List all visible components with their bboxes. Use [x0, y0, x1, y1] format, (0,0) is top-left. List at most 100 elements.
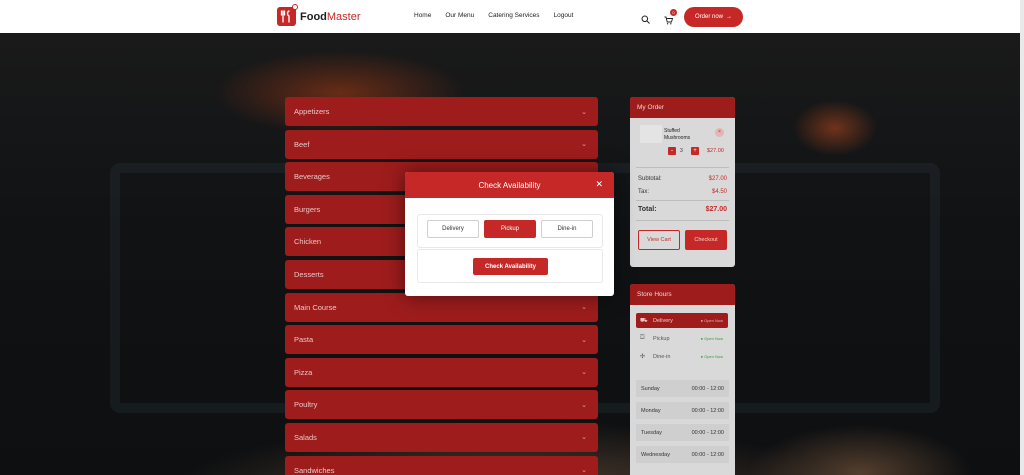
my-order-panel: My Order Stuffed Mushrooms × - 3 + $27.0… — [630, 97, 735, 267]
chevron-down-icon: ⌄ — [581, 369, 587, 377]
category-salads[interactable]: Salads ⌄ — [285, 422, 598, 452]
category-label: Burgers — [294, 204, 321, 214]
chevron-down-icon: ⌄ — [581, 401, 587, 409]
subtotal-row: Subtotal: $27.00 — [638, 176, 727, 182]
hours-row-sunday: Sunday 00:00 - 12:00 — [636, 380, 729, 397]
hours-row-tuesday: Tuesday 00:00 - 12:00 — [636, 424, 729, 441]
decrease-quantity-button[interactable]: - — [668, 147, 676, 155]
category-sandwiches[interactable]: Sandwiches ⌄ — [285, 455, 598, 475]
close-icon[interactable]: ✕ — [595, 179, 603, 190]
category-label: Appetizers — [294, 107, 330, 116]
open-status: ● Open Now — [700, 354, 723, 359]
modal-header: Check Availability ✕ — [405, 172, 614, 198]
main-nav: Home Our Menu Catering Services Logout — [414, 12, 587, 19]
total-row: Total: $27.00 — [638, 206, 727, 213]
delivery-icon: ⛟ — [640, 317, 648, 324]
remove-item-button[interactable]: × — [715, 128, 724, 137]
top-navbar: FoodMaster Home Our Menu Catering Servic… — [0, 0, 1020, 33]
search-icon[interactable] — [641, 11, 650, 29]
service-dine-in[interactable]: ✣ Dine-in ● Open Now — [636, 349, 728, 364]
subtotal-value: $27.00 — [708, 176, 727, 182]
day-hours: 00:00 - 12:00 — [691, 407, 724, 414]
nav-logout[interactable]: Logout — [554, 12, 574, 19]
category-label: Poultry — [294, 400, 318, 410]
category-label: Desserts — [294, 269, 324, 279]
arrow-right-icon: → — [726, 14, 732, 20]
day-hours: 00:00 - 12:00 — [691, 451, 724, 458]
day-label: Tuesday — [641, 429, 662, 436]
item-thumbnail — [640, 125, 662, 143]
option-dine-in[interactable]: Dine-in — [541, 220, 593, 238]
item-price: $27.00 — [707, 148, 724, 154]
dine-in-icon: ✣ — [640, 354, 646, 360]
service-pickup[interactable]: ⛋ Pickup ● Open Now — [636, 331, 728, 346]
day-label: Monday — [641, 407, 661, 414]
category-label: Chicken — [294, 237, 322, 247]
item-name: Stuffed Mushrooms — [664, 128, 691, 141]
chevron-down-icon: ⌄ — [581, 304, 587, 312]
total-label: Total: — [638, 206, 657, 213]
open-status: ● Open Now — [700, 318, 723, 323]
service-label: Delivery — [653, 317, 673, 324]
chevron-down-icon: ⌄ — [581, 336, 587, 344]
category-label: Beef — [294, 139, 310, 149]
order-item: Stuffed Mushrooms × - 3 + $27.00 — [638, 125, 728, 160]
open-status: ● Open Now — [700, 336, 723, 341]
category-label: Beverages — [294, 172, 330, 182]
tax-value: $4.50 — [711, 189, 727, 195]
chevron-down-icon: ⌄ — [581, 108, 587, 116]
chevron-down-icon: ⌄ — [581, 467, 587, 475]
day-hours: 00:00 - 12:00 — [691, 429, 724, 436]
category-appetizers[interactable]: Appetizers ⌄ — [285, 97, 598, 126]
modal-title: Check Availability — [478, 180, 541, 190]
checkout-button[interactable]: Checkout — [685, 230, 727, 250]
tax-label: Tax: — [638, 189, 650, 195]
logo-text: FoodMaster — [300, 10, 361, 23]
order-now-button[interactable]: Order now → — [684, 7, 743, 27]
category-label: Pizza — [294, 367, 313, 377]
cart-count-badge: 0 — [670, 9, 677, 16]
service-label: Dine-in — [653, 353, 671, 360]
service-delivery[interactable]: ⛟ Delivery ● Open Now — [636, 313, 728, 328]
pickup-icon: ⛋ — [640, 335, 645, 341]
category-pizza[interactable]: Pizza ⌄ — [285, 357, 598, 387]
category-label: Salads — [294, 432, 317, 442]
my-order-title: My Order — [630, 97, 735, 118]
chevron-down-icon: ⌄ — [581, 141, 587, 149]
category-poultry[interactable]: Poultry ⌄ — [285, 390, 598, 420]
hours-row-monday: Monday 00:00 - 12:00 — [636, 402, 729, 419]
option-pickup[interactable]: Pickup — [484, 220, 536, 238]
category-label: Main Course — [294, 302, 337, 312]
day-label: Sunday — [641, 385, 660, 392]
divider — [636, 200, 729, 201]
option-delivery[interactable]: Delivery — [427, 220, 479, 238]
check-availability-modal: Check Availability ✕ Delivery Pickup Din… — [405, 172, 614, 296]
check-availability-button[interactable]: Check Availability — [473, 258, 548, 275]
divider — [636, 167, 729, 168]
divider — [636, 220, 729, 221]
category-label: Sandwiches — [294, 465, 335, 475]
scrollbar[interactable] — [1020, 0, 1024, 475]
view-cart-button[interactable]: View Cart — [638, 230, 680, 250]
logo[interactable]: FoodMaster — [277, 4, 361, 26]
category-beef[interactable]: Beef ⌄ — [285, 129, 598, 159]
total-value: $27.00 — [705, 206, 727, 213]
increase-quantity-button[interactable]: + — [691, 147, 699, 155]
chevron-down-icon: ⌄ — [581, 434, 587, 442]
store-hours-title: Store Hours — [630, 284, 735, 305]
store-hours-panel: Store Hours ⛟ Delivery ● Open Now ⛋ Pickup ●… — [630, 284, 735, 475]
day-hours: 00:00 - 12:00 — [691, 385, 724, 392]
logo-icon — [277, 4, 298, 26]
day-label: Wednesday — [641, 451, 670, 458]
category-main-course[interactable]: Main Course ⌄ — [285, 292, 598, 322]
order-now-label: Order now — [694, 14, 723, 20]
category-label: Pasta — [294, 335, 314, 345]
nav-our-menu[interactable]: Our Menu — [445, 12, 474, 19]
nav-home[interactable]: Home — [414, 12, 431, 19]
tax-row: Tax: $4.50 — [638, 189, 727, 195]
modal-actions: Check Availability — [417, 249, 603, 283]
service-options: Delivery Pickup Dine-in — [417, 214, 603, 248]
category-pasta[interactable]: Pasta ⌄ — [285, 325, 598, 355]
nav-catering-services[interactable]: Catering Services — [488, 12, 539, 19]
subtotal-label: Subtotal: — [638, 176, 662, 182]
